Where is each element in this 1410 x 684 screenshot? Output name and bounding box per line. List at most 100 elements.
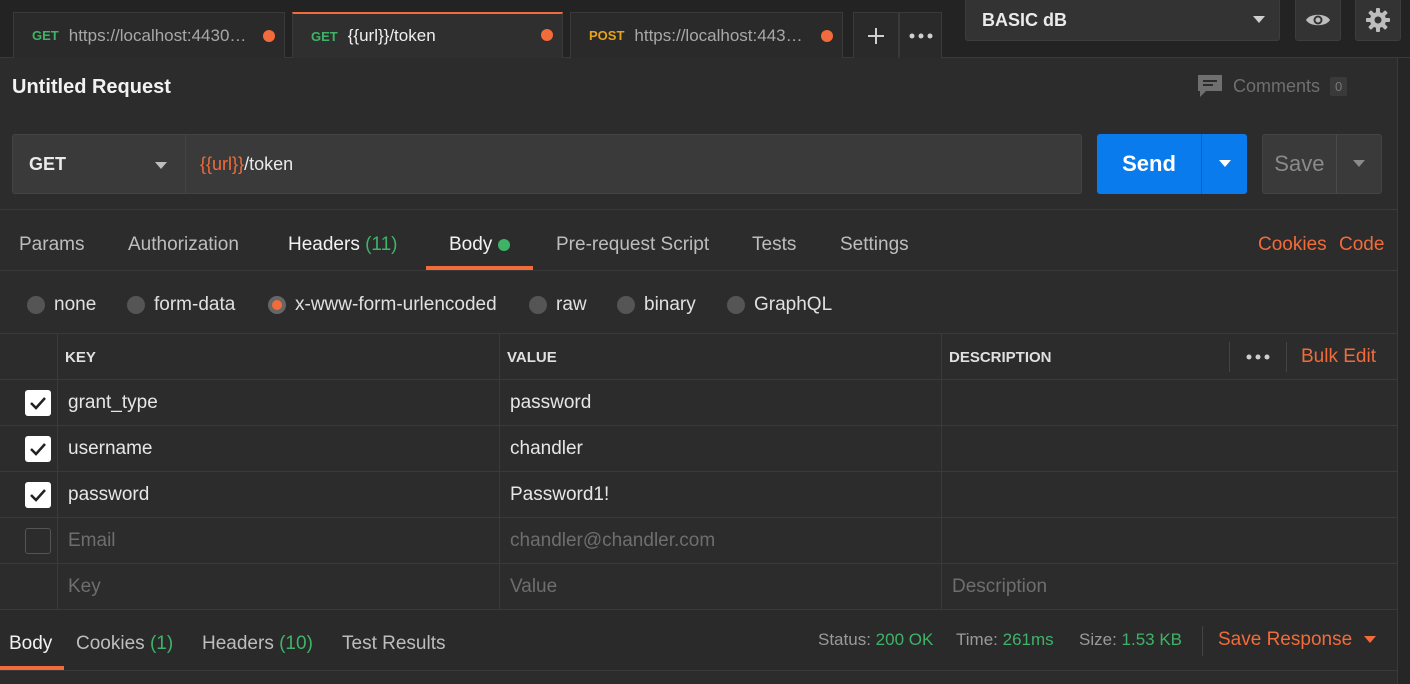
save-response-label: Save Response	[1218, 629, 1353, 650]
row-value[interactable]: chandler@chandler.com	[510, 518, 715, 564]
tab-label: Cookies	[76, 633, 145, 654]
header-value: VALUE	[507, 348, 557, 366]
tab-body[interactable]: Body	[449, 234, 511, 256]
checkmark-icon	[30, 489, 46, 502]
response-tab-test-results[interactable]: Test Results	[342, 633, 445, 655]
radio-circle	[127, 296, 145, 314]
send-button[interactable]: Send	[1097, 134, 1247, 194]
tab-url: {{url}}/token	[347, 26, 436, 45]
divider	[1202, 626, 1203, 656]
radio-graphql[interactable]: GraphQL	[727, 294, 832, 316]
tab-label: Headers	[202, 633, 274, 654]
tab-label: Headers	[288, 234, 360, 255]
ellipsis-icon	[909, 33, 932, 38]
header-description: DESCRIPTION	[949, 348, 1052, 366]
environment-name: BASIC dB	[982, 9, 1067, 30]
comments-button[interactable]: Comments 0	[1197, 74, 1348, 98]
radio-circle	[27, 296, 45, 314]
row-key[interactable]: password	[68, 472, 149, 518]
new-description-input[interactable]: Description	[952, 564, 1047, 610]
new-value-input[interactable]: Value	[510, 564, 557, 610]
table-row: Email chandler@chandler.com	[0, 517, 1397, 563]
code-link[interactable]: Code	[1339, 234, 1384, 256]
request-tab-3[interactable]: POST https://localhost:44304...	[570, 12, 843, 58]
new-tab-button[interactable]	[853, 12, 899, 58]
bulk-edit-link[interactable]: Bulk Edit	[1301, 334, 1376, 380]
table-row: grant_type password	[0, 379, 1397, 425]
save-button[interactable]: Save	[1262, 134, 1382, 194]
time-value: 261ms	[1002, 630, 1054, 649]
save-response-button[interactable]: Save Response	[1218, 629, 1377, 651]
request-tab-1[interactable]: GET https://localhost:44304/...	[13, 12, 285, 58]
status-label: Status:	[818, 630, 871, 649]
url-variable: {{url}}	[200, 153, 245, 174]
environment-select[interactable]: BASIC dB	[965, 0, 1280, 41]
gear-icon	[1366, 8, 1390, 32]
save-options-button[interactable]	[1335, 135, 1381, 193]
tab-count: (1)	[149, 633, 174, 654]
radio-form-data[interactable]: form-data	[127, 294, 235, 316]
request-tab-2[interactable]: GET {{url}}/token	[292, 12, 563, 58]
row-checkbox[interactable]	[25, 390, 51, 416]
environment-quick-look-button[interactable]	[1295, 0, 1341, 41]
tab-headers[interactable]: Headers (11)	[288, 234, 398, 256]
radio-label: x-www-form-urlencoded	[295, 294, 497, 315]
tab-url: https://localhost:44304...	[634, 25, 819, 45]
row-checkbox[interactable]	[25, 482, 51, 508]
row-checkbox[interactable]	[25, 436, 51, 462]
column-divider	[1286, 342, 1287, 372]
request-title[interactable]: Untitled Request	[12, 76, 171, 99]
response-tab-headers[interactable]: Headers (10)	[202, 633, 313, 655]
divider	[0, 270, 1397, 271]
settings-button[interactable]	[1355, 0, 1401, 41]
checkmark-icon	[30, 443, 46, 456]
tab-options-button[interactable]	[899, 12, 942, 58]
chevron-down-icon	[1352, 160, 1365, 167]
tab-label: Body	[449, 234, 493, 255]
send-options-button[interactable]	[1201, 134, 1247, 194]
cookies-link[interactable]: Cookies	[1258, 234, 1327, 256]
tab-params[interactable]: Params	[19, 234, 84, 256]
active-tab-underline	[0, 666, 64, 670]
size-value: 1.53 KB	[1121, 630, 1183, 649]
row-key[interactable]: Email	[68, 518, 116, 564]
column-divider	[499, 333, 500, 609]
save-label: Save	[1274, 151, 1325, 176]
response-tab-cookies[interactable]: Cookies (1)	[76, 633, 173, 655]
response-tab-body[interactable]: Body	[9, 633, 52, 655]
table-options-button[interactable]	[1245, 334, 1271, 380]
tab-pre-request-script[interactable]: Pre-request Script	[556, 234, 709, 256]
tab-authorization[interactable]: Authorization	[128, 234, 239, 256]
tab-label: Tests	[752, 234, 797, 255]
scrollbar[interactable]	[1397, 58, 1410, 684]
response-time: Time: 261ms	[956, 630, 1054, 650]
radio-raw[interactable]: raw	[529, 294, 587, 316]
row-value[interactable]: Password1!	[510, 472, 609, 518]
url-path: /token	[244, 153, 294, 174]
url-input[interactable]: {{url}}/token	[186, 134, 1082, 194]
tab-count: (10)	[279, 633, 313, 654]
radio-label: GraphQL	[754, 294, 833, 315]
table-row-new: Key Value Description	[0, 563, 1397, 609]
tab-settings[interactable]: Settings	[840, 234, 909, 256]
radio-circle	[727, 296, 745, 314]
tab-tests[interactable]: Tests	[752, 234, 796, 256]
row-key[interactable]: grant_type	[68, 380, 158, 426]
row-key[interactable]: username	[68, 426, 153, 472]
row-value[interactable]: chandler	[510, 426, 583, 472]
status-value: 200 OK	[875, 630, 934, 649]
row-checkbox[interactable]	[25, 528, 51, 554]
tab-url: https://localhost:44304/...	[68, 25, 258, 45]
radio-binary[interactable]: binary	[617, 294, 696, 316]
radio-x-www-form-urlencoded[interactable]: x-www-form-urlencoded	[268, 294, 497, 316]
tab-label: Pre-request Script	[556, 234, 710, 255]
time-label: Time:	[956, 630, 998, 649]
header-key: KEY	[65, 348, 96, 366]
method-select[interactable]: GET	[12, 134, 186, 194]
row-value[interactable]: password	[510, 380, 591, 426]
new-key-input[interactable]: Key	[68, 564, 101, 610]
radio-none[interactable]: none	[27, 294, 96, 316]
unsaved-dot	[821, 30, 833, 42]
divider	[0, 209, 1397, 210]
unsaved-dot	[541, 29, 553, 41]
